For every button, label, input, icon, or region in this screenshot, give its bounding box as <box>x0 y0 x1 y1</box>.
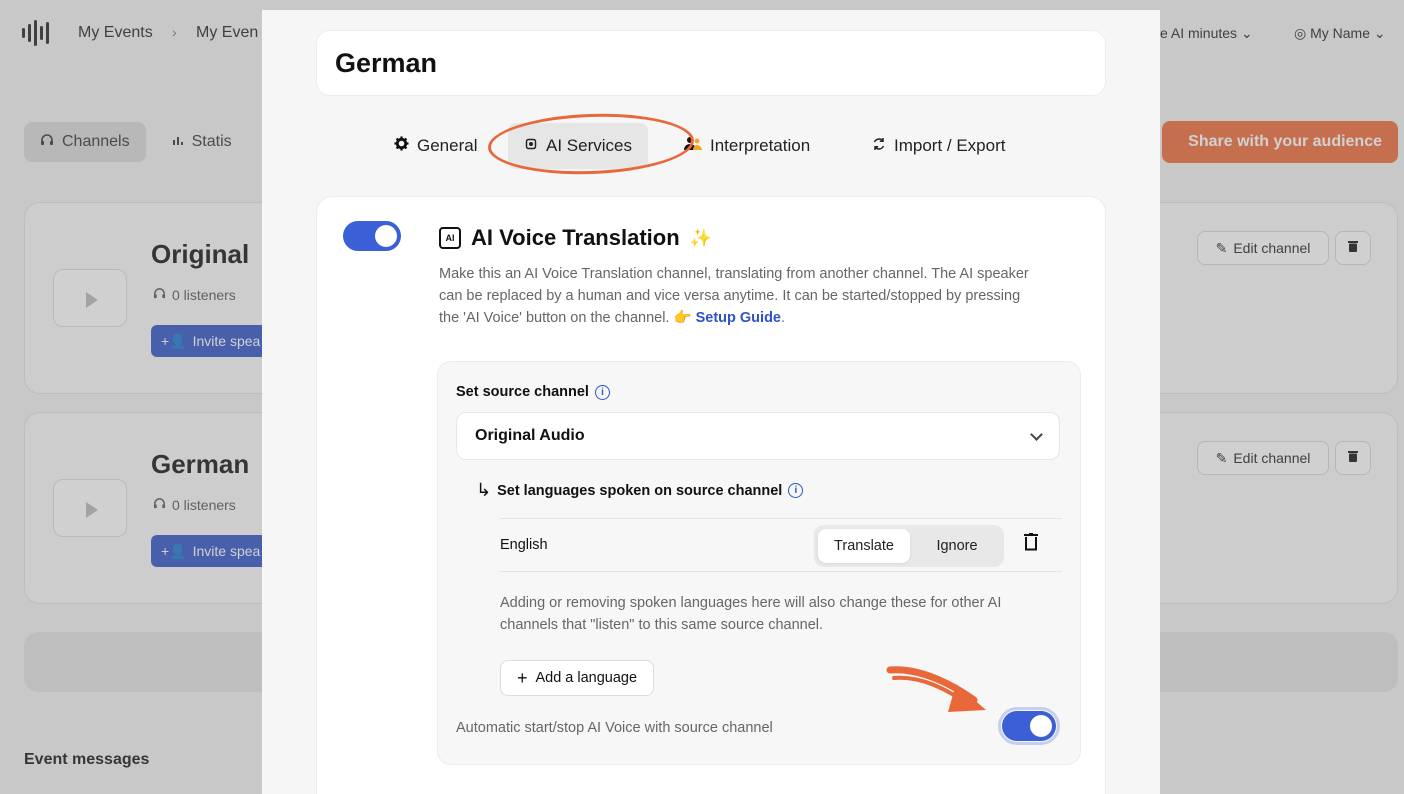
tab-general[interactable]: General <box>394 123 477 169</box>
source-channel-label: Set source channel i <box>456 384 610 400</box>
source-channel-select[interactable]: Original Audio <box>456 412 1060 460</box>
return-arrow-icon: ↳ <box>476 480 492 500</box>
ai-chip-icon: AI <box>439 227 461 249</box>
language-name: English <box>500 537 548 553</box>
setup-guide-link[interactable]: Setup Guide <box>696 310 781 326</box>
modal-title-box: German <box>316 30 1106 96</box>
gear-icon <box>394 136 409 156</box>
channel-settings-modal: German General AI Services Interpretatio… <box>262 10 1160 794</box>
auto-start-toggle[interactable] <box>1002 711 1056 741</box>
annotation-arrow-icon <box>886 666 986 712</box>
info-icon[interactable]: i <box>788 483 804 498</box>
tab-import-export[interactable]: Import / Export <box>872 123 1005 169</box>
tab-interpretation[interactable]: Interpretation <box>684 123 810 169</box>
translate-option[interactable]: Translate <box>818 529 910 563</box>
feature-title: AI AI Voice Translation ✨ <box>439 225 712 251</box>
chevron-down-icon <box>1030 427 1043 441</box>
add-language-button[interactable]: + Add a language <box>500 660 654 696</box>
plus-icon: + <box>516 667 528 688</box>
modal-tabs: General AI Services Interpretation Impor… <box>262 123 1160 169</box>
info-icon[interactable]: i <box>594 384 610 400</box>
ignore-option[interactable]: Ignore <box>914 529 1000 563</box>
language-mode-toggle: Translate Ignore <box>814 525 1004 567</box>
ai-voice-translation-toggle[interactable] <box>343 221 401 251</box>
languages-note: Adding or removing spoken languages here… <box>500 595 1002 633</box>
delete-language-icon[interactable] <box>1024 532 1038 556</box>
sparkle-icon: ✨ <box>689 227 713 248</box>
toggle-knob <box>1030 715 1052 737</box>
sync-icon <box>872 136 886 156</box>
source-languages-label: ↳ Set languages spoken on source channel… <box>476 480 804 501</box>
language-row: English Translate Ignore <box>500 518 1062 572</box>
modal-title: German <box>335 47 438 78</box>
feature-description: Make this an AI Voice Translation channe… <box>439 266 1029 326</box>
pointing-hand-icon: 👉 <box>673 310 692 326</box>
toggle-knob <box>375 225 397 247</box>
auto-start-label: Automatic start/stop AI Voice with sourc… <box>456 720 773 736</box>
